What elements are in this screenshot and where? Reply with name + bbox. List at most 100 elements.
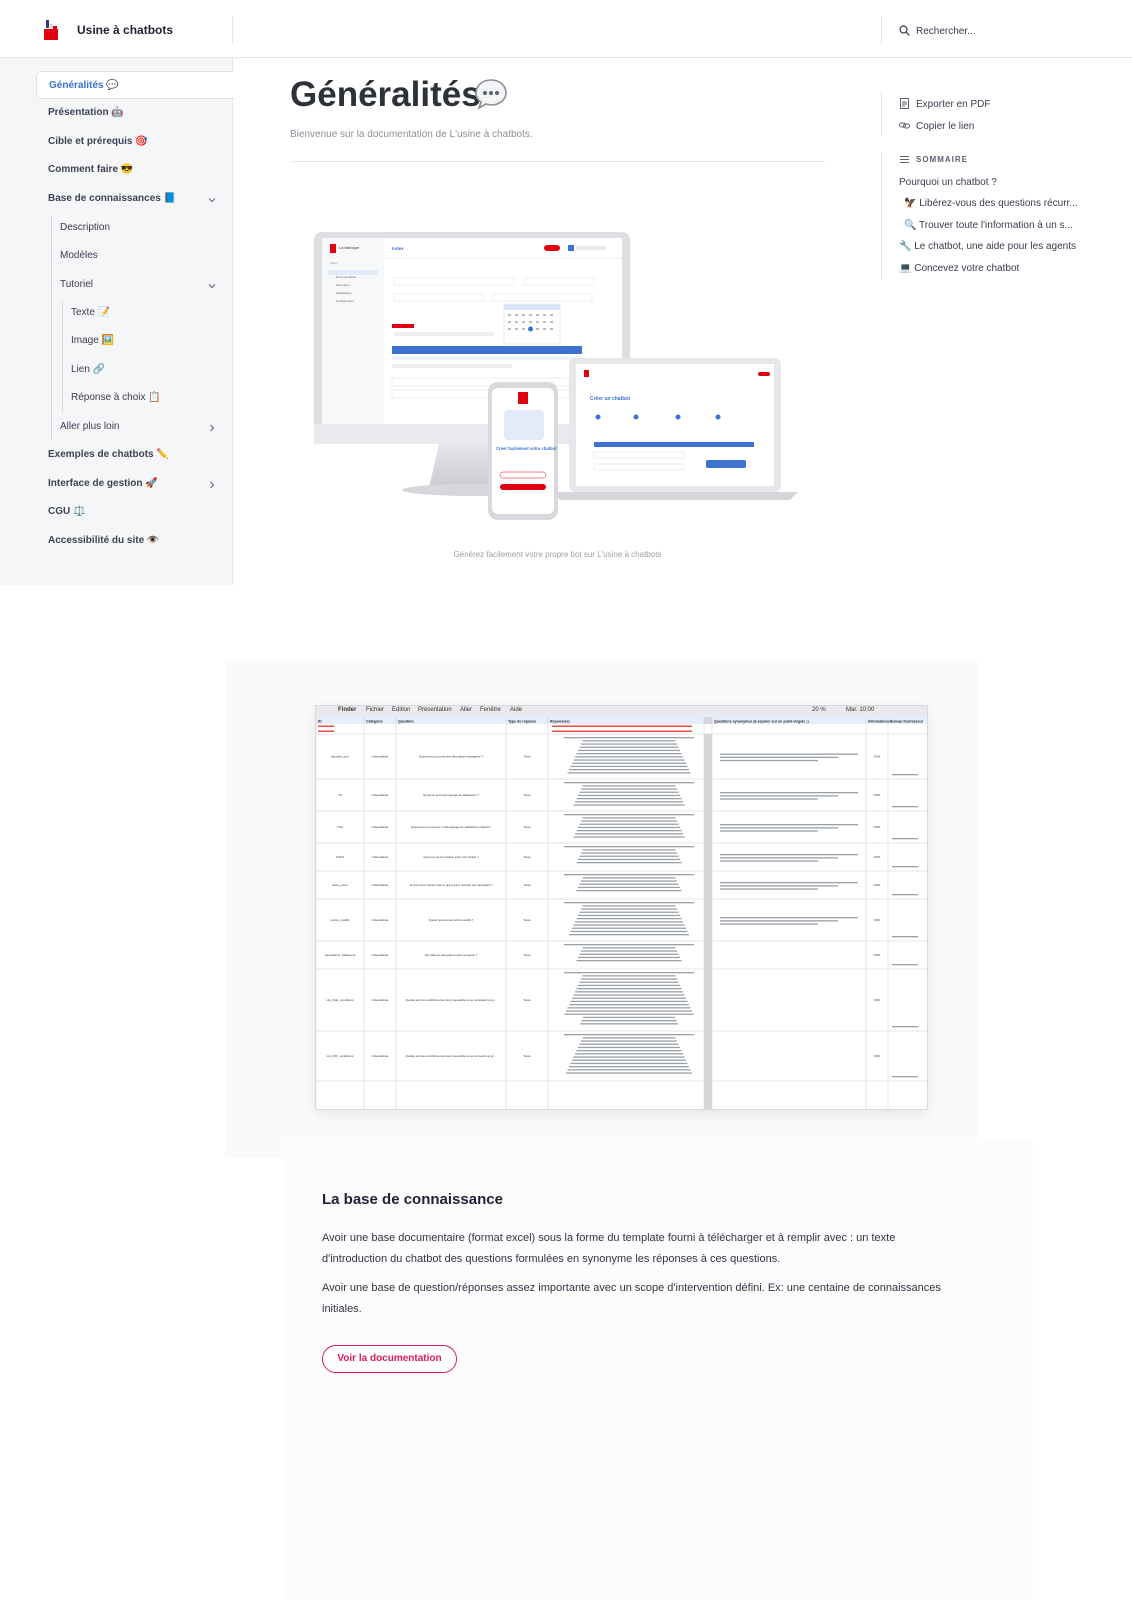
sheet-response-line [566,1072,692,1074]
toc-item[interactable]: 🔧 Le chatbot, une aide pour les agents [899,241,1076,252]
sidebar-nav: Généralités 💬 Présentation 🤖 Cible et pr… [0,58,234,585]
sheet-response-line [564,874,694,876]
sidebar-item-tutoriel[interactable]: Tutoriel [60,274,93,296]
see-documentation-button[interactable]: Voir la documentation [322,1345,457,1373]
sheet-response-line [576,1050,682,1052]
toc-item[interactable]: 🔍 Trouver toute l'information à un s... [904,220,1073,231]
sidebar-item-comment-faire[interactable]: Comment faire 😎 [48,159,133,181]
sidebar-item-lien[interactable]: Lien 🔗 [71,359,105,381]
sheet-response-line [578,1046,680,1049]
chevron-down-icon[interactable] [208,196,216,204]
page-subtitle: Bienvenue sur la documentation de L'usin… [290,129,533,140]
sheet-response-line [569,1066,689,1068]
menubar-item: Présentation [418,707,452,713]
sheet-response-line [582,975,676,977]
toc-heading: SOMMAIRE [916,155,968,164]
sheet-synonym-line [720,920,838,922]
sheet-supplier-line [892,774,918,776]
sidebar-item-label: Texte 📝 [71,307,111,318]
sheet-response-line [581,950,677,952]
sidebar-item-presentation[interactable]: Présentation 🤖 [48,102,124,124]
sidebar-item-cgu[interactable]: CGU ⚖️ [48,501,85,523]
search-input[interactable] [897,22,1097,40]
chevron-right-icon[interactable] [208,424,216,432]
hero-devices-illustration: La fabrique Index Documentation Historiq… [314,232,798,520]
sheet-response-line [579,911,679,913]
sidebar-item-exemples[interactable]: Exemples de chatbots ✏️ [48,444,169,466]
sheet-synonym-line [720,917,858,919]
sheet-cell-question: Qu'est-ce qu'une citation sans croix sim… [423,855,479,859]
speech-bubble-icon [475,79,507,110]
export-pdf-link[interactable]: Exporter en PDF [916,99,990,110]
mock-sidebar-line: Statistiques [336,291,352,295]
sheet-header-cell: Questions synonymes (à séparer sur un po… [714,720,809,724]
tree-guide-line [51,216,52,441]
sheet-response-line [572,762,686,764]
sheet-cell-type: Texte [523,998,531,1002]
sheet-synonym-line [720,885,838,887]
sheet-cell-id: CSCS [336,855,344,859]
sheet-header-cell: Informations [868,720,890,724]
pdf-icon [900,98,909,109]
page-title: Généralités [290,75,481,114]
sheet-synonym-line [720,857,838,859]
chevron-right-icon[interactable] [208,481,216,489]
sidebar-item-label: Exemples de chatbots ✏️ [48,449,169,460]
copy-link[interactable]: Copier le lien [916,121,974,132]
toc-item[interactable]: 💻 Concevez votre chatbot [899,263,1019,274]
sidebar-item-interface-gestion[interactable]: Interface de gestion 🚀 [48,473,158,495]
sheet-response-line [579,791,679,793]
chevron-down-icon[interactable] [208,282,216,290]
sheet-response-line [578,984,680,987]
hero-caption: Générez facilement votre propre bot sur … [453,550,662,559]
sheet-cell-type: Texte [523,825,531,829]
sidebar-item-base-connaissances[interactable]: Base de connaissances 📘 [48,188,176,210]
sidebar-item-aller-plus-loin[interactable]: Aller plus loin [60,416,119,438]
sheet-cell-question: Quelles sont les conditions pour être pr… [405,998,496,1002]
sheet-cell-question: Quand peut-on porter des décorations étr… [419,755,483,759]
sheet-response-line [564,972,694,974]
sheet-response-line [578,794,680,797]
sidebar-item-reponse-choix[interactable]: Réponse à choix 📋 [71,387,161,409]
usine-logo-icon[interactable] [44,20,58,40]
sheet-response-line [579,823,679,825]
menubar-item: Finder [338,707,357,713]
divider [290,161,825,162]
sheet-response-line [576,830,682,832]
sidebar-item-label: Description [60,222,111,233]
sidebar-item-label: Lien 🔗 [71,364,106,375]
sidebar-item-cible-prerequis[interactable]: Cible et prérequis 🎯 [48,131,148,153]
sheet-response-line [564,944,694,946]
sheet-cell-type: Texte [523,755,531,759]
sheet-response-line [564,814,694,816]
toc-item[interactable]: Pourquoi un chatbot ? [899,177,997,188]
sidebar-item-modeles[interactable]: Modèles [60,245,98,267]
sheet-response-line [581,788,677,790]
sheet-synonym-line [720,824,858,826]
sheet-cell-question: Qu'est-ce qu'un témoignage de satisfacti… [423,793,479,797]
top-header: Usine à chatbots [0,0,1132,58]
sidebar-item-accessibilite[interactable]: Accessibilité du site 👁️ [48,530,159,552]
sheet-supplier-line [892,936,918,938]
sidebar-item-generalites[interactable]: Généralités 💬 [36,71,234,99]
sidebar-item-texte[interactable]: Texte 📝 [71,302,110,324]
sheet-response-line [575,991,683,993]
sheet-cell-category: Chancellerie [372,825,389,829]
sheet-response-line [580,1023,678,1025]
sheet-synonym-line [720,854,858,856]
sheet-response-line [575,756,683,758]
sheet-response-line [575,1053,683,1055]
brand-name[interactable]: Usine à chatbots [77,23,173,37]
sidebar-item-description[interactable]: Description [60,217,110,239]
sheet-response-line [581,880,677,882]
mock-sidebar-line: Index [330,261,338,265]
sheet-response-line [583,1016,675,1019]
sheet-response-line [579,746,679,748]
toc-item[interactable]: 🦅 Libérez-vous des questions récurr... [904,198,1078,209]
sheet-header-cell: Type de réponse [508,720,536,724]
mock-laptop-title: Créer un chatbot [590,396,630,402]
sheet-response-line [572,1059,686,1061]
sheet-supplier-line [892,1026,918,1028]
sidebar-item-image[interactable]: Image 🖼️ [71,330,114,352]
sheet-response-line [566,1010,692,1012]
